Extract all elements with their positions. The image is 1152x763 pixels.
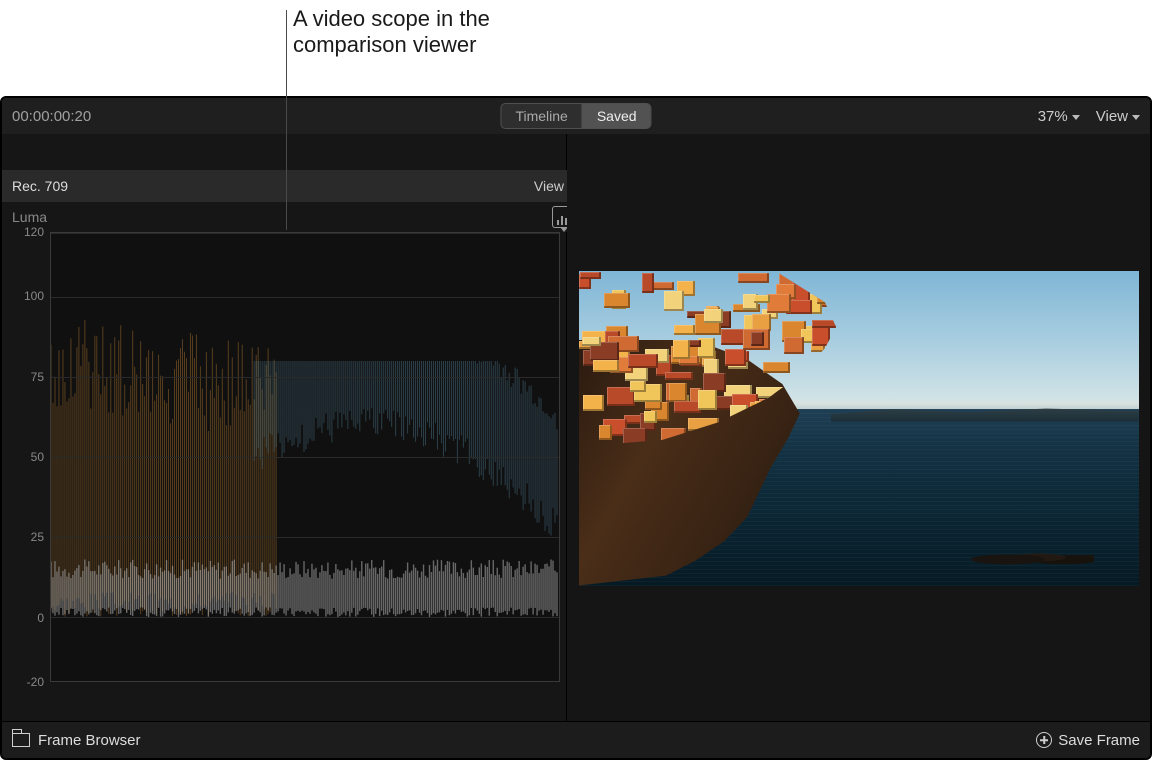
chevron-down-icon — [1072, 115, 1080, 120]
color-profile-label: Rec. 709 — [12, 178, 68, 194]
chevron-down-icon — [1132, 115, 1140, 120]
grid-line — [51, 297, 559, 298]
tab-timeline[interactable]: Timeline — [501, 104, 581, 128]
axis-tick: 120 — [24, 225, 44, 239]
view-label: View — [1096, 108, 1128, 125]
video-rocks-region — [971, 548, 1094, 567]
comparison-mode-segmented: Timeline Saved — [500, 103, 651, 129]
waveform-y-axis: 1201007550250-20 — [8, 232, 48, 682]
video-headland-region — [831, 403, 1139, 422]
grid-line — [51, 617, 559, 618]
scope-type-label: Luma — [12, 209, 47, 225]
axis-tick: 25 — [31, 530, 44, 544]
viewer-view-dropdown[interactable]: View — [1096, 108, 1140, 125]
grid-line — [51, 233, 559, 234]
axis-tick: 100 — [24, 289, 44, 303]
video-scope-panel: Rec. 709 View Luma 120 100 75 50 25 0 -20 — [2, 134, 567, 722]
axis-tick: 0 — [37, 611, 44, 625]
viewer-footer: Frame Browser Save Frame — [2, 721, 1150, 758]
axis-tick: 75 — [31, 370, 44, 384]
zoom-value: 37% — [1038, 108, 1068, 125]
save-frame-label: Save Frame — [1058, 732, 1140, 749]
scope-label-row: Luma — [2, 202, 586, 232]
callout-label: A video scope in the comparison viewer — [293, 6, 490, 58]
waveform-scope: 1201007550250-20 — [8, 232, 560, 682]
timecode-display: 00:00:00:20 — [12, 108, 91, 125]
annotation-area: A video scope in the comparison viewer — [0, 0, 1152, 96]
tab-saved[interactable]: Saved — [582, 104, 651, 128]
video-frame — [579, 271, 1139, 586]
axis-tick: 50 — [31, 450, 44, 464]
comparison-viewer-window: 00:00:00:20 Timeline Saved 37% View Rec.… — [0, 96, 1152, 760]
frame-browser-icon — [12, 733, 30, 747]
video-preview-panel — [567, 134, 1150, 722]
grid-line — [51, 537, 559, 538]
axis-tick: -20 — [27, 675, 44, 689]
grid-line — [51, 377, 559, 378]
waveform-plot-area — [50, 232, 560, 682]
scope-header: Rec. 709 View — [2, 170, 586, 203]
grid-line — [51, 457, 559, 458]
viewer-toolbar: 00:00:00:20 Timeline Saved 37% View — [2, 98, 1150, 135]
frame-browser-button[interactable]: Frame Browser — [38, 732, 141, 749]
zoom-dropdown[interactable]: 37% — [1038, 108, 1080, 125]
plus-circle-icon — [1036, 732, 1052, 748]
grid-line — [51, 681, 559, 682]
callout-leader-line — [286, 10, 287, 230]
scope-view-label: View — [534, 178, 564, 194]
save-frame-button[interactable]: Save Frame — [1036, 732, 1140, 749]
